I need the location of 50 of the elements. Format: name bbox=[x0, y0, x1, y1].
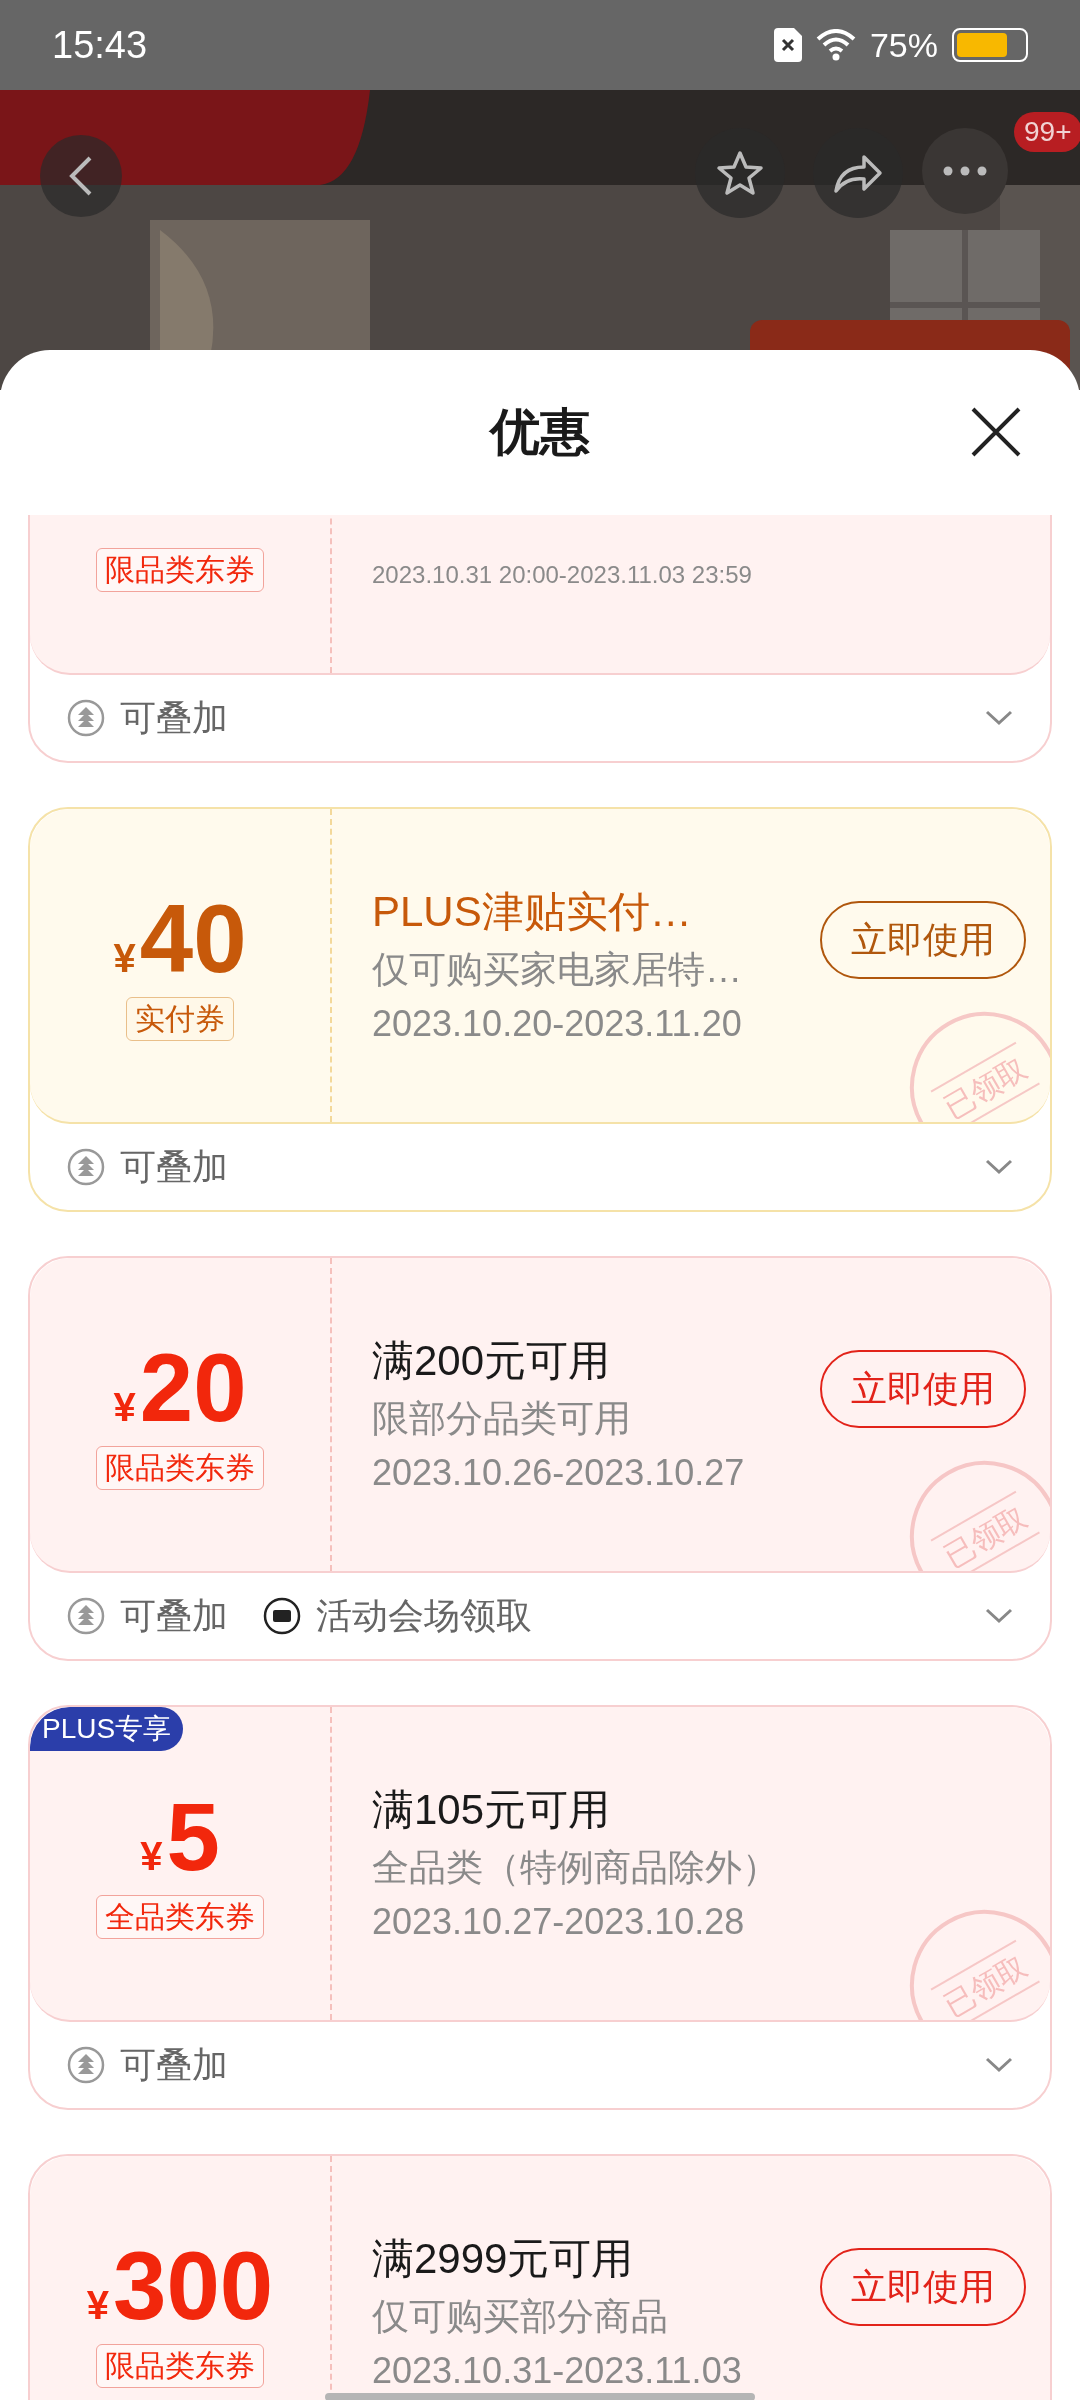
validity-date: 2023.10.31-2023.11.03 bbox=[372, 2350, 743, 2391]
stack-icon bbox=[66, 1147, 106, 1187]
coupon-scope: 仅可购买家电家居特… bbox=[372, 947, 742, 992]
use-coupon-button[interactable]: 立即使用 bbox=[820, 1349, 1026, 1428]
status-time: 15:43 bbox=[52, 22, 148, 68]
chevron-down-icon[interactable] bbox=[984, 2055, 1014, 2075]
coupon-scope: 仅可购买部分商品 bbox=[372, 2294, 668, 2339]
star-icon bbox=[715, 149, 765, 197]
battery-icon bbox=[952, 28, 1028, 62]
stack-icon bbox=[66, 698, 106, 738]
sheet-title: 优惠 bbox=[490, 403, 590, 462]
validity-date: 2023.10.31 20:00-2023.11.03 23:59 bbox=[372, 559, 753, 590]
ticket-icon bbox=[262, 1596, 302, 1636]
use-coupon-button[interactable]: 立即使用 bbox=[820, 2247, 1026, 2326]
coupon-title: PLUS津贴实付… bbox=[372, 887, 693, 936]
chevron-down-icon[interactable] bbox=[984, 1606, 1014, 1626]
stack-icon bbox=[66, 2045, 106, 2085]
coupon-type-tag: 限品类东券 bbox=[96, 1445, 264, 1490]
coupon-amount: ¥20 bbox=[113, 1339, 247, 1436]
coupon-feature: 可叠加 bbox=[120, 696, 228, 740]
coupon-feature: 可叠加 bbox=[120, 1145, 228, 1189]
use-coupon-button[interactable]: 立即使用 bbox=[820, 900, 1026, 979]
coupon-feature: 可叠加 bbox=[120, 1594, 228, 1638]
coupon-amount: ¥40 bbox=[113, 890, 247, 987]
validity-date: 2023.10.26-2023.10.27 bbox=[372, 1452, 746, 1493]
chevron-down-icon[interactable] bbox=[984, 708, 1014, 728]
coupon-amount: ¥5 bbox=[140, 1788, 220, 1885]
plus-badge: PLUS专享 bbox=[30, 1707, 184, 1751]
coupon-feature: 活动会场领取 bbox=[316, 1594, 532, 1638]
coupon-feature: 可叠加 bbox=[120, 2043, 228, 2087]
coupon-type-tag: 限品类东券 bbox=[96, 547, 264, 592]
coupon-type-tag: 限品类东券 bbox=[96, 2343, 264, 2388]
coupon-title: 满105元可用 bbox=[372, 1785, 612, 1834]
chevron-down-icon[interactable] bbox=[984, 1157, 1014, 1177]
coupon-title: 满2999元可用 bbox=[372, 2234, 635, 2283]
wifi-icon bbox=[815, 29, 856, 61]
stack-icon bbox=[66, 1596, 106, 1636]
validity-date: 2023.10.27-2023.10.28 bbox=[372, 1901, 746, 1942]
battery-percent: 75% bbox=[869, 24, 938, 66]
coupon-title: 满200元可用 bbox=[372, 1336, 612, 1385]
close-button[interactable] bbox=[970, 406, 1022, 458]
more-icon bbox=[943, 166, 987, 176]
coupon-scope: 全品类（特例商品除外） bbox=[372, 1845, 779, 1890]
coupon-type-tag: 全品类东券 bbox=[96, 1894, 264, 1939]
sim-icon bbox=[773, 28, 802, 62]
notification-badge: 99+ bbox=[1014, 112, 1080, 152]
coupon-type-tag: 实付券 bbox=[126, 996, 234, 1041]
coupon-scope: 限部分品类可用 bbox=[372, 1396, 631, 1441]
validity-date: 2023.10.20-2023.11.20 bbox=[372, 1003, 743, 1044]
coupon-amount: ¥300 bbox=[86, 2237, 274, 2334]
